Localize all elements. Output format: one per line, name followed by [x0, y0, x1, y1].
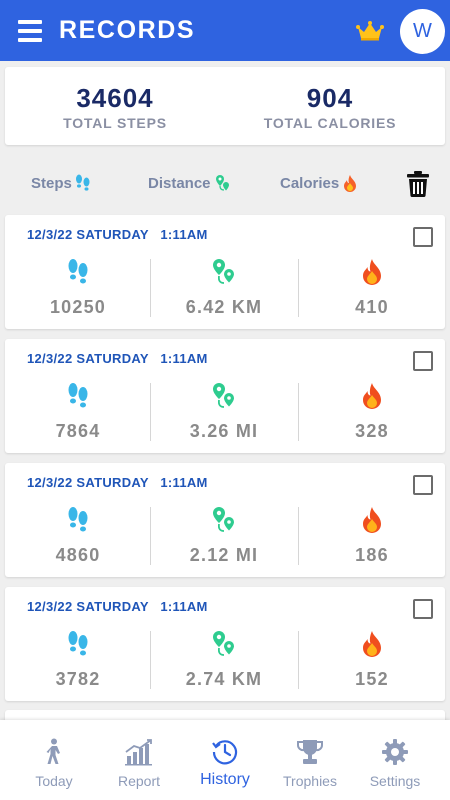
nav-report[interactable]: Report [99, 736, 179, 789]
nav-today[interactable]: Today [14, 736, 94, 789]
record-date: 12/3/22 SATURDAY 1:11AM [27, 227, 208, 242]
list-item[interactable]: 12/3/22 SATURDAY 1:11AM 3782 2.74 KM 152 [5, 587, 445, 701]
record-distance-value: 6.42 KM [185, 297, 263, 317]
footprints-icon [68, 259, 88, 284]
nav-settings-label: Settings [369, 773, 421, 789]
record-checkbox[interactable] [413, 227, 433, 247]
sort-distance-button[interactable]: Distance [148, 174, 232, 192]
footprints-icon [75, 174, 90, 191]
trash-icon[interactable] [405, 170, 431, 198]
flame-icon [363, 631, 381, 657]
record-date: 12/3/22 SATURDAY 1:11AM [27, 351, 208, 366]
gear-icon [382, 739, 408, 765]
record-steps-value: 10250 [49, 297, 107, 317]
nav-history-label: History [200, 771, 250, 788]
record-distance-value: 2.12 MI [189, 545, 259, 565]
record-checkbox[interactable] [413, 475, 433, 495]
flame-icon [363, 383, 381, 409]
nav-history[interactable]: History [185, 736, 265, 789]
record-checkbox[interactable] [413, 351, 433, 371]
list-item[interactable]: 12/3/22 SATURDAY 1:11AM 4860 2.12 MI 186 [5, 463, 445, 577]
clock-history-icon [212, 740, 238, 765]
nav-settings[interactable]: Settings [355, 736, 435, 789]
record-calories: 152 [299, 629, 445, 690]
record-steps-value: 3782 [55, 669, 101, 689]
record-steps: 4860 [5, 505, 151, 566]
record-steps: 10250 [5, 257, 151, 318]
record-checkbox[interactable] [413, 599, 433, 619]
record-distance: 6.42 KM [151, 257, 297, 318]
total-steps: 34604 TOTAL STEPS [5, 83, 225, 131]
trophy-icon [297, 740, 323, 764]
record-distance: 3.26 MI [151, 381, 297, 442]
record-steps: 3782 [5, 629, 151, 690]
total-calories-value: 904 [306, 83, 354, 113]
nav-trophies[interactable]: Trophies [270, 736, 350, 789]
route-pin-icon [213, 259, 234, 284]
crown-icon[interactable] [356, 21, 384, 41]
footprints-icon [68, 383, 88, 408]
route-pin-icon [215, 175, 229, 191]
sort-steps-label: Steps [31, 174, 72, 192]
total-calories-label: TOTAL CALORIES [263, 115, 397, 131]
record-calories: 186 [299, 505, 445, 566]
record-date: 12/3/22 SATURDAY 1:11AM [27, 475, 208, 490]
total-steps-value: 34604 [76, 83, 154, 113]
total-steps-label: TOTAL STEPS [63, 115, 167, 131]
record-distance: 2.74 KM [151, 629, 297, 690]
route-pin-icon [213, 631, 234, 656]
record-distance: 2.12 MI [151, 505, 297, 566]
record-distance-value: 3.26 MI [189, 421, 259, 441]
total-calories: 904 TOTAL CALORIES [220, 83, 440, 131]
record-steps: 7864 [5, 381, 151, 442]
page-title: RECORDS [59, 16, 196, 44]
list-item[interactable]: 12/3/22 SATURDAY 1:11AM 7864 3.26 MI 328 [5, 339, 445, 453]
summary-card: 34604 TOTAL STEPS 904 TOTAL CALORIES [5, 67, 445, 145]
bar-chart-icon [125, 739, 152, 766]
app-root: RECORDS W 34604 TOTAL STEPS 904 TOTAL CA… [0, 0, 450, 800]
record-steps-value: 4860 [55, 545, 101, 565]
walking-person-icon [46, 738, 60, 764]
record-date: 12/3/22 SATURDAY 1:11AM [27, 599, 208, 614]
sort-row: Steps Distance Calories [0, 160, 450, 208]
record-calories: 328 [299, 381, 445, 442]
list-item[interactable]: 12/3/22 SATURDAY 1:11AM 10250 6.42 KM 410 [5, 215, 445, 329]
record-calories-value: 152 [355, 669, 389, 689]
route-pin-icon [213, 383, 234, 408]
nav-report-label: Report [117, 773, 161, 789]
footprints-icon [68, 631, 88, 656]
record-calories-value: 410 [355, 297, 389, 317]
flame-icon [344, 175, 357, 192]
sort-calories-label: Calories [280, 174, 340, 192]
nav-trophies-label: Trophies [283, 773, 337, 789]
bottom-nav: Today Report History Trophies Settings [0, 720, 450, 800]
record-calories-value: 328 [355, 421, 389, 441]
flame-icon [363, 507, 381, 533]
flame-icon [363, 259, 381, 285]
footprints-icon [68, 507, 88, 532]
record-calories: 410 [299, 257, 445, 318]
sort-distance-label: Distance [148, 174, 211, 192]
sort-calories-button[interactable]: Calories [280, 174, 358, 192]
app-header: RECORDS W [0, 0, 450, 61]
nav-today-label: Today [35, 773, 73, 789]
avatar[interactable]: W [400, 9, 445, 54]
record-steps-value: 7864 [55, 421, 101, 441]
menu-icon[interactable] [18, 19, 42, 42]
sort-steps-button[interactable]: Steps [31, 174, 91, 192]
record-calories-value: 186 [355, 545, 389, 565]
record-distance-value: 2.74 KM [185, 669, 263, 689]
route-pin-icon [213, 507, 234, 532]
